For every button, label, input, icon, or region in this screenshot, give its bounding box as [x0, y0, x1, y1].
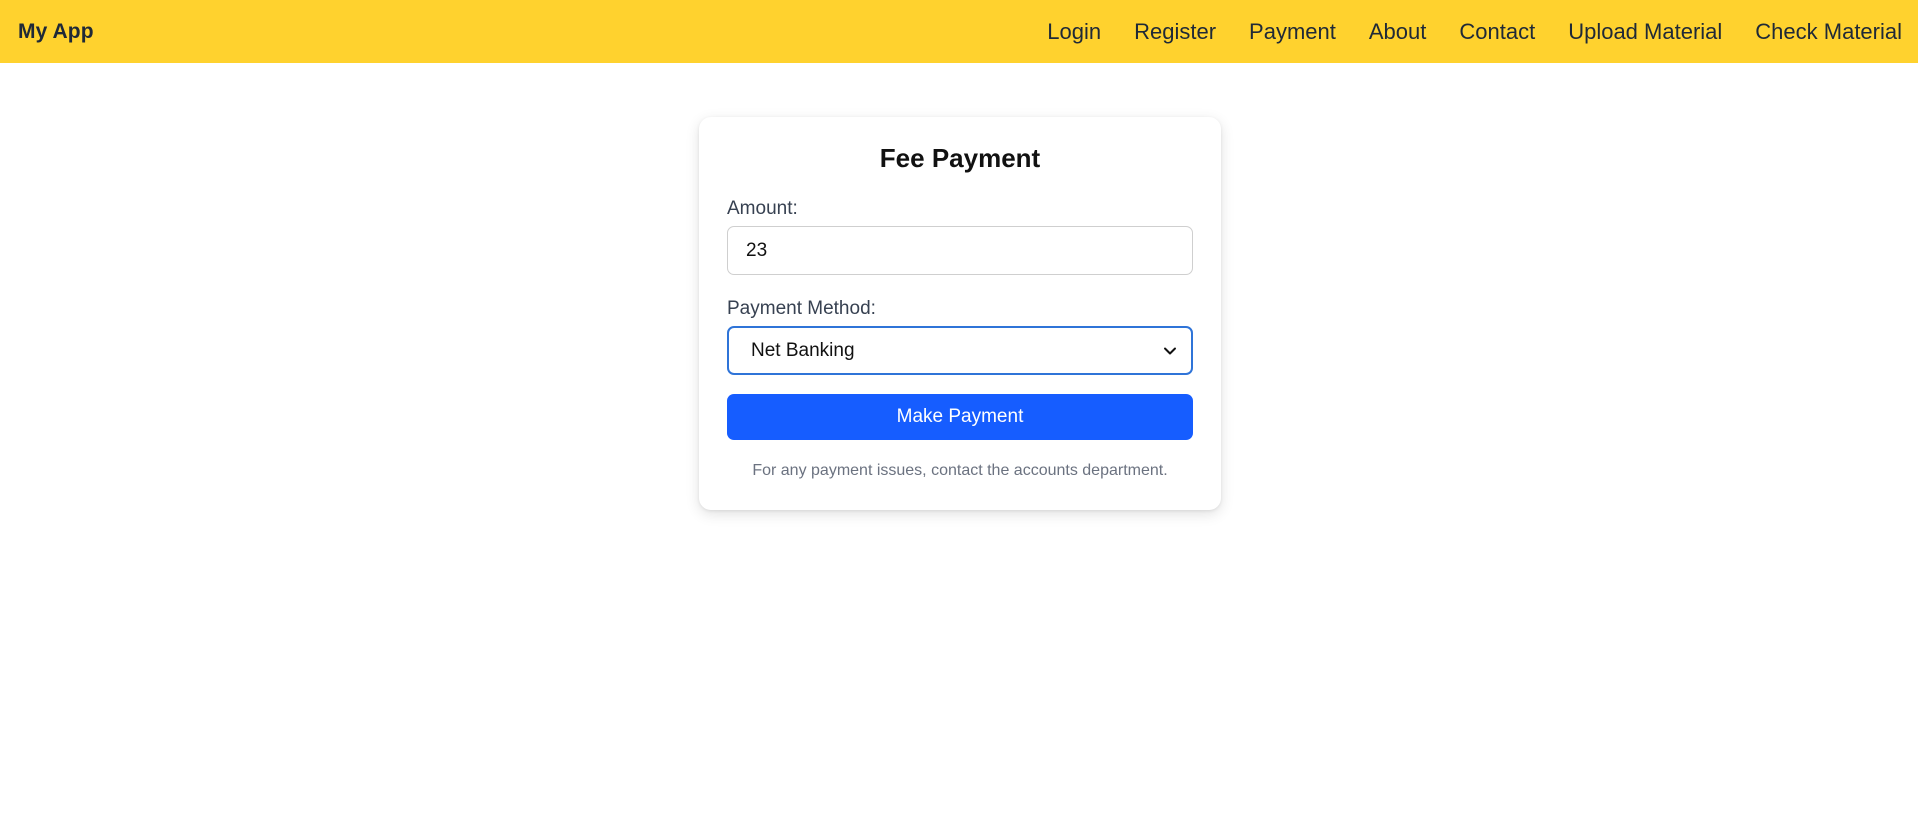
payment-help-text: For any payment issues, contact the acco… [752, 462, 1168, 479]
app-brand[interactable]: My App [18, 20, 94, 44]
nav-link-payment[interactable]: Payment [1249, 19, 1336, 45]
amount-input[interactable] [727, 226, 1193, 275]
nav-link-register[interactable]: Register [1134, 19, 1216, 45]
top-navbar: My App Login Register Payment About Cont… [0, 0, 1918, 63]
nav-links: Login Register Payment About Contact Upl… [1014, 19, 1902, 45]
nav-link-about[interactable]: About [1369, 19, 1427, 45]
amount-label: Amount: [727, 198, 798, 219]
fee-payment-card: Fee Payment Amount: Payment Method: Net … [699, 117, 1221, 510]
nav-link-upload-material[interactable]: Upload Material [1568, 19, 1722, 45]
payment-method-selected-value: Net Banking [751, 339, 855, 361]
make-payment-button[interactable]: Make Payment [727, 394, 1193, 440]
chevron-down-icon [1161, 342, 1179, 360]
payment-method-select[interactable]: Net Banking [727, 326, 1193, 375]
payment-method-label: Payment Method: [727, 298, 876, 319]
page-title: Fee Payment [879, 143, 1041, 173]
nav-link-login[interactable]: Login [1047, 19, 1101, 45]
nav-link-check-material[interactable]: Check Material [1755, 19, 1902, 45]
nav-link-contact[interactable]: Contact [1459, 19, 1535, 45]
